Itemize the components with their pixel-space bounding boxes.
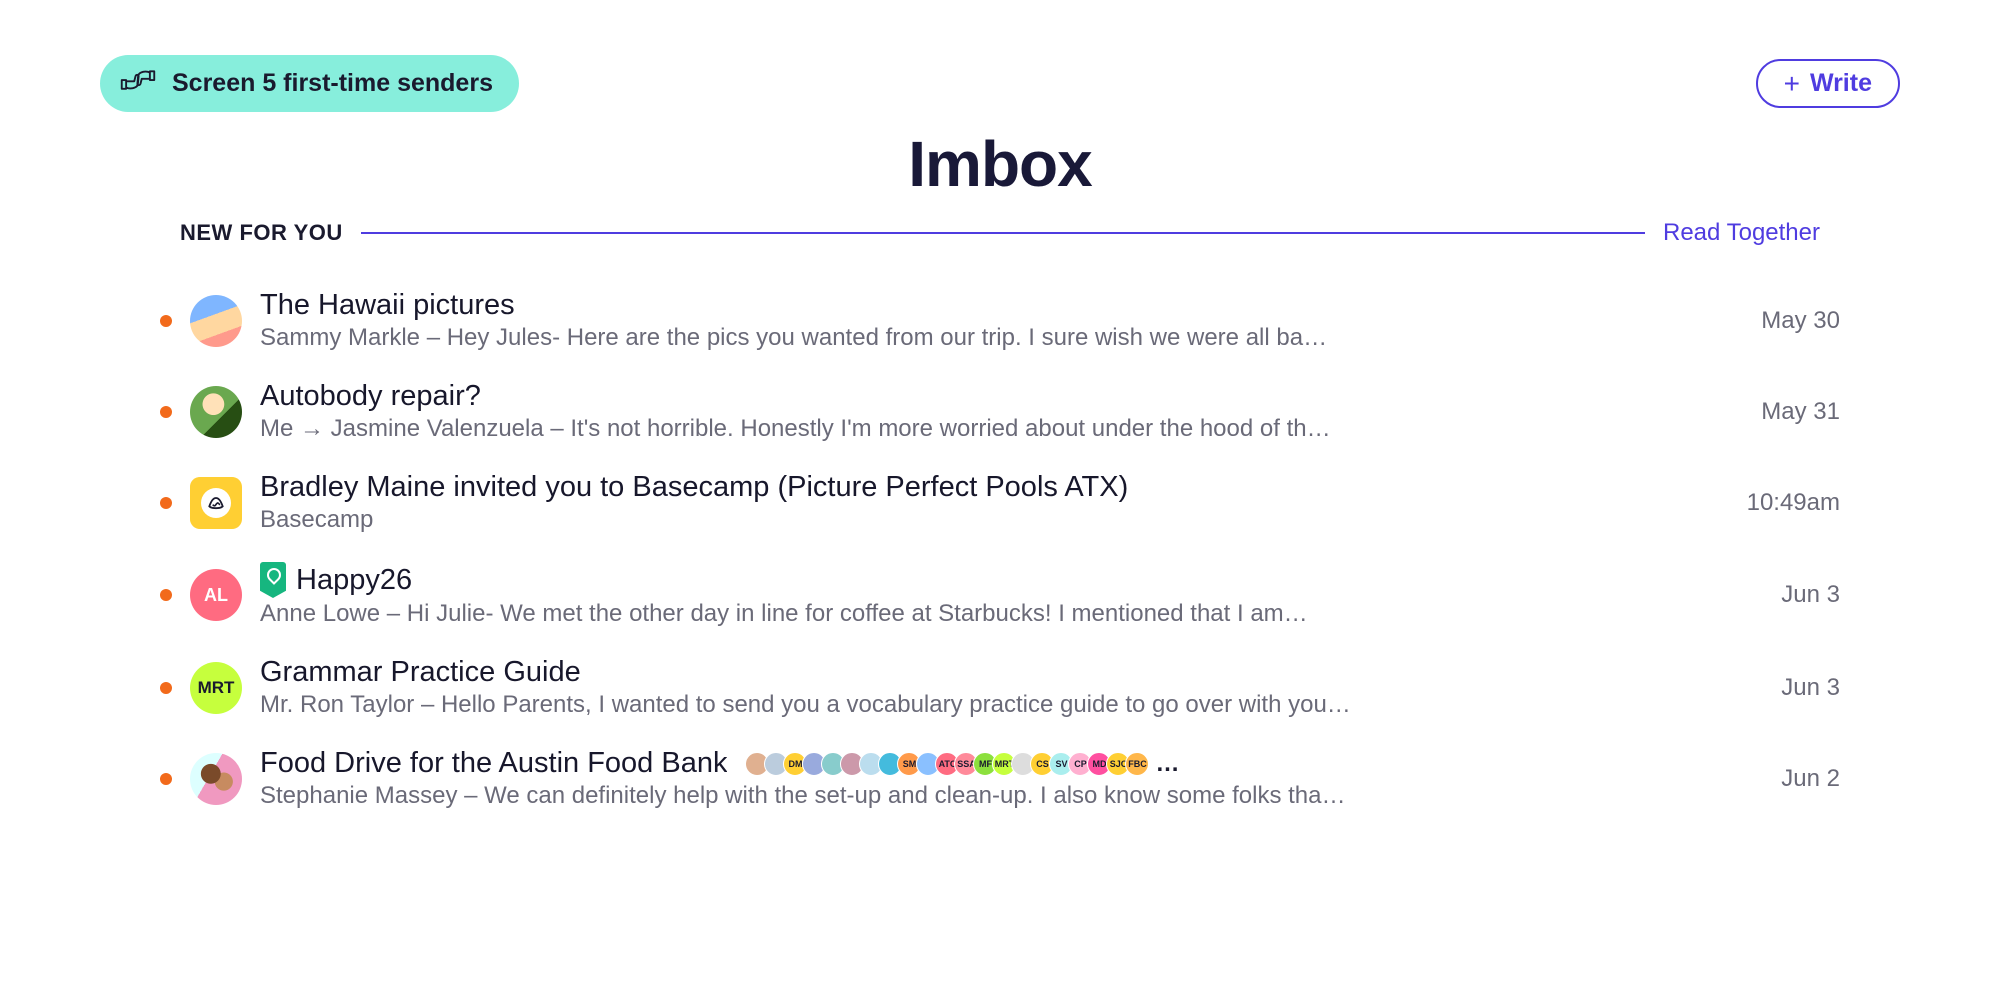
- email-preview: Anne Lowe – Hi Julie- We met the other d…: [260, 600, 1680, 628]
- email-row[interactable]: Autobody repair?Me → Jasmine Valenzuela …: [160, 366, 1840, 457]
- email-subject: Bradley Maine invited you to Basecamp (P…: [260, 471, 1128, 504]
- write-button[interactable]: + Write: [1756, 59, 1900, 108]
- email-preview: Mr. Ron Taylor – Hello Parents, I wanted…: [260, 691, 1680, 719]
- clip-icon: [260, 562, 286, 598]
- sender-avatar: [190, 477, 242, 529]
- sender-avatar: [190, 753, 242, 805]
- section-label: NEW FOR YOU: [180, 220, 343, 246]
- unread-dot: [160, 315, 172, 327]
- email-row[interactable]: The Hawaii picturesSammy Markle – Hey Ju…: [160, 275, 1840, 366]
- sender-avatar: [190, 295, 242, 347]
- email-preview: Basecamp: [260, 506, 1680, 534]
- page-title: Imbox: [100, 127, 1900, 201]
- top-bar: Screen 5 first-time senders + Write: [100, 55, 1900, 112]
- email-preview: Stephanie Massey – We can definitely hel…: [260, 782, 1680, 810]
- write-label: Write: [1810, 69, 1872, 98]
- unread-dot: [160, 406, 172, 418]
- screener-pill[interactable]: Screen 5 first-time senders: [100, 55, 519, 112]
- email-date: May 31: [1700, 398, 1840, 426]
- sender-avatar: [190, 386, 242, 438]
- email-row[interactable]: MRT Grammar Practice GuideMr. Ron Taylor …: [160, 642, 1840, 733]
- unread-dot: [160, 682, 172, 694]
- email-preview: Me → Jasmine Valenzuela – It's not horri…: [260, 415, 1680, 443]
- unread-dot: [160, 589, 172, 601]
- email-preview: Sammy Markle – Hey Jules- Here are the p…: [260, 324, 1680, 352]
- email-date: Jun 3: [1700, 581, 1840, 609]
- email-subject: The Hawaii pictures: [260, 289, 515, 322]
- email-list: The Hawaii picturesSammy Markle – Hey Ju…: [100, 275, 1900, 824]
- email-subject: Grammar Practice Guide: [260, 656, 581, 689]
- section-header: NEW FOR YOU Read Together: [100, 219, 1900, 247]
- email-date: Jun 2: [1700, 765, 1840, 793]
- plus-icon: +: [1784, 70, 1800, 98]
- email-subject: Happy26: [296, 564, 412, 597]
- section-divider: [361, 232, 1645, 234]
- unread-dot: [160, 497, 172, 509]
- read-together-link[interactable]: Read Together: [1663, 219, 1820, 247]
- email-row[interactable]: AL Happy26 Anne Lowe – Hi Julie- We met th…: [160, 548, 1840, 642]
- thumbs-icon: [118, 65, 158, 102]
- participant-avatars: DMSMATCSSAMFMRTCSSVCPMDSJCFBC…: [745, 750, 1179, 778]
- sender-avatar: AL: [190, 569, 242, 621]
- email-date: Jun 3: [1700, 674, 1840, 702]
- unread-dot: [160, 773, 172, 785]
- email-date: 10:49am: [1700, 489, 1840, 517]
- screener-label: Screen 5 first-time senders: [172, 69, 493, 98]
- email-row[interactable]: Bradley Maine invited you to Basecamp (P…: [160, 457, 1840, 548]
- email-subject: Food Drive for the Austin Food Bank: [260, 747, 727, 780]
- email-subject: Autobody repair?: [260, 380, 481, 413]
- sender-avatar: MRT: [190, 662, 242, 714]
- email-date: May 30: [1700, 307, 1840, 335]
- email-row[interactable]: Food Drive for the Austin Food Bank DMSMA…: [160, 733, 1840, 824]
